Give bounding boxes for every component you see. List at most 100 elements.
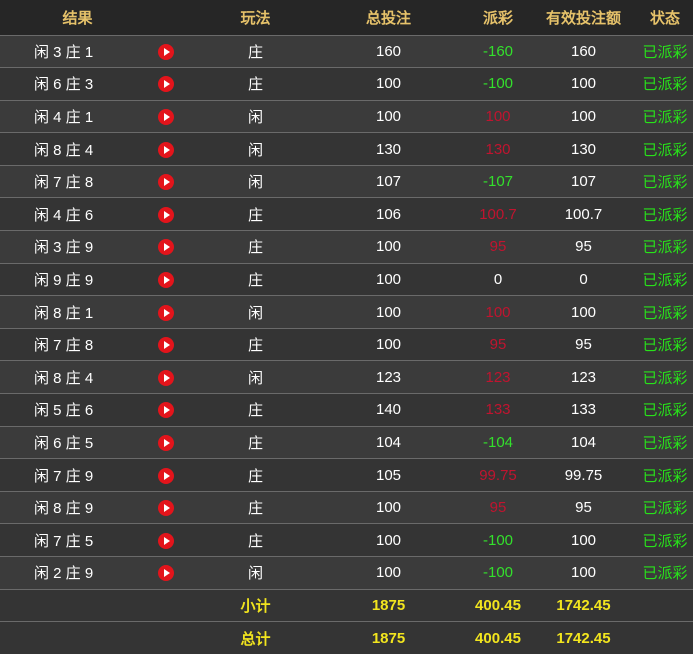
bet-cell: 104	[375, 433, 402, 451]
total-label: 总计	[240, 630, 271, 648]
play-button[interactable]	[155, 231, 200, 264]
subtotal-payout: 400.45	[475, 596, 521, 614]
play-type-cell: 闲	[247, 304, 263, 322]
table-row: 闲 8 庄 9 庄 100 95 95 已派彩	[0, 491, 693, 524]
play-circle-icon[interactable]	[158, 532, 174, 549]
play-button[interactable]	[155, 361, 200, 394]
payout-cell: -100	[482, 531, 514, 549]
table-row: 闲 4 庄 1 闲 100 100 100 已派彩	[0, 100, 693, 133]
payout-cell: 0	[493, 270, 503, 288]
table-row: 闲 8 庄 4 闲 123 123 123 已派彩	[0, 360, 693, 394]
status-cell: 已派彩	[642, 43, 688, 61]
bet-cell: 160	[375, 42, 402, 60]
play-circle-icon[interactable]	[158, 565, 174, 582]
play-circle-icon[interactable]	[158, 174, 174, 191]
play-circle-icon[interactable]	[158, 109, 174, 125]
status-cell: 已派彩	[642, 369, 688, 387]
total-bet: 1875	[371, 629, 406, 647]
table-footer: 小计 1875 400.45 1742.45 总计 1875 400.45 17…	[0, 589, 693, 654]
valid-bet-cell: 107	[570, 173, 597, 191]
play-button[interactable]	[155, 491, 200, 524]
play-button[interactable]	[155, 35, 200, 68]
play-button[interactable]	[155, 165, 200, 198]
play-button[interactable]	[155, 198, 200, 231]
play-circle-icon[interactable]	[158, 206, 174, 223]
play-button[interactable]	[155, 394, 200, 427]
payout-cell: 95	[489, 499, 507, 517]
play-type-cell: 庄	[247, 402, 263, 420]
play-type-cell: 庄	[247, 239, 263, 257]
play-button[interactable]	[155, 557, 200, 590]
play-type-cell: 庄	[247, 76, 263, 94]
play-circle-icon[interactable]	[158, 467, 174, 484]
subtotal-bet: 1875	[371, 596, 406, 614]
bet-cell: 100	[375, 499, 402, 517]
payout-cell: 100	[485, 303, 511, 321]
result-cell: 闲 9 庄 9	[34, 271, 94, 289]
play-circle-icon[interactable]	[158, 369, 174, 386]
play-circle-icon[interactable]	[158, 76, 174, 93]
table-row: 闲 6 庄 3 庄 100 -100 100 已派彩	[0, 67, 693, 101]
status-cell: 已派彩	[642, 500, 688, 518]
status-cell: 已派彩	[642, 337, 688, 355]
table-row: 闲 9 庄 9 庄 100 0 0 已派彩	[0, 263, 693, 296]
table-row: 闲 8 庄 4 闲 130 130 130 已派彩	[0, 132, 693, 166]
bet-cell: 100	[375, 564, 402, 582]
valid-bet-cell: 100	[570, 107, 597, 125]
payout-cell: -104	[482, 433, 514, 451]
subtotal-valid: 1742.45	[556, 596, 611, 614]
play-type-cell: 庄	[247, 206, 263, 224]
payout-cell: 133	[485, 401, 511, 419]
play-circle-icon[interactable]	[158, 337, 174, 354]
valid-bet-cell: 95	[575, 238, 592, 256]
payout-cell: 130	[485, 140, 511, 158]
result-cell: 闲 2 庄 9	[34, 565, 94, 583]
total-row: 总计 1875 400.45 1742.45	[0, 621, 693, 654]
result-cell: 闲 8 庄 9	[34, 500, 94, 518]
play-button[interactable]	[155, 133, 200, 166]
play-button[interactable]	[155, 524, 200, 557]
play-circle-icon[interactable]	[158, 434, 174, 451]
play-circle-icon[interactable]	[158, 500, 174, 517]
play-type-cell: 庄	[247, 43, 263, 61]
status-cell: 已派彩	[642, 174, 688, 192]
play-circle-icon[interactable]	[158, 402, 174, 419]
valid-bet-cell: 100	[570, 75, 597, 93]
valid-bet-cell: 99.75	[564, 466, 603, 484]
play-button[interactable]	[155, 328, 200, 361]
play-circle-icon[interactable]	[158, 304, 174, 321]
table-row: 闲 7 庄 8 庄 100 95 95 已派彩	[0, 328, 693, 361]
play-button[interactable]	[155, 459, 200, 492]
play-type-cell: 庄	[247, 500, 263, 518]
valid-bet-cell: 123	[570, 368, 597, 386]
result-cell: 闲 6 庄 3	[34, 76, 94, 94]
play-type-cell: 闲	[247, 174, 263, 192]
table-row: 闲 7 庄 5 庄 100 -100 100 已派彩	[0, 523, 693, 557]
result-cell: 闲 3 庄 9	[34, 239, 94, 257]
header-bet: 总投注	[365, 9, 411, 27]
play-button[interactable]	[155, 100, 200, 133]
bet-cell: 100	[375, 270, 402, 288]
status-cell: 已派彩	[642, 206, 688, 224]
valid-bet-cell: 100	[570, 531, 597, 549]
header-play: 玩法	[240, 9, 271, 27]
bet-cell: 100	[375, 336, 402, 354]
play-button[interactable]	[155, 68, 200, 101]
result-cell: 闲 4 庄 1	[34, 108, 94, 126]
payout-cell: 123	[485, 368, 511, 386]
valid-bet-cell: 100.7	[564, 205, 603, 223]
table-row: 闲 3 庄 9 庄 100 95 95 已派彩	[0, 230, 693, 264]
status-cell: 已派彩	[642, 271, 688, 289]
play-button[interactable]	[155, 263, 200, 296]
table-header: 结果 玩法 总投注 派彩 有效投注额 状态	[0, 0, 693, 35]
table-row: 闲 4 庄 6 庄 106 100.7 100.7 已派彩	[0, 197, 693, 231]
play-circle-icon[interactable]	[158, 271, 174, 288]
bet-cell: 105	[375, 466, 402, 484]
play-circle-icon[interactable]	[158, 43, 174, 60]
play-button[interactable]	[155, 426, 200, 459]
play-circle-icon[interactable]	[158, 141, 174, 158]
play-button[interactable]	[155, 296, 200, 329]
play-circle-icon[interactable]	[158, 239, 174, 256]
payout-cell: -100	[482, 75, 514, 93]
header-payout: 派彩	[482, 9, 513, 27]
